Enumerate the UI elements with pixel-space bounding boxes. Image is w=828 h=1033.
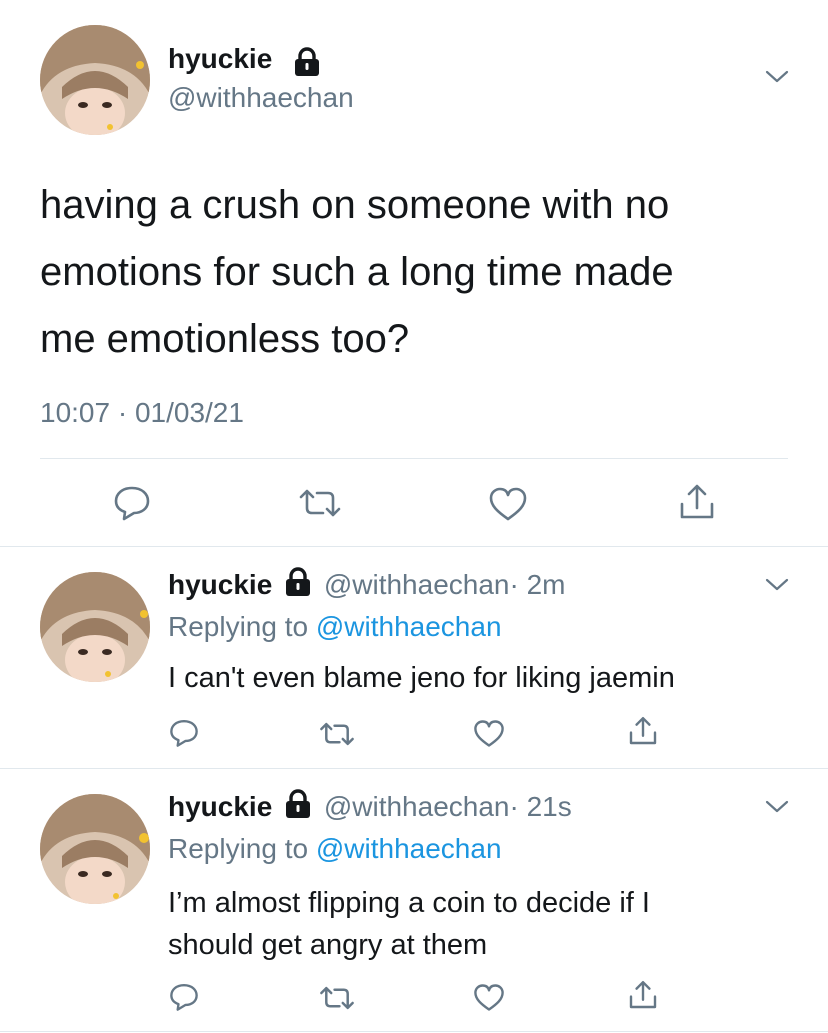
tweet-text-line: having a crush on someone with no xyxy=(40,183,670,227)
chevron-down-icon[interactable] xyxy=(764,798,790,816)
reply-text: I’m almost flipping a coin to decide if … xyxy=(168,882,650,966)
time[interactable]: · 2m xyxy=(510,569,566,600)
tweet-text-line: me emotionless too? xyxy=(40,317,410,361)
handle[interactable]: @withhaechan xyxy=(324,569,510,600)
handle[interactable]: @withhaechan xyxy=(324,791,510,822)
reply-icon[interactable] xyxy=(168,982,200,1012)
reply-text-line: I’m almost flipping a coin to decide if … xyxy=(168,887,650,919)
divider xyxy=(0,1031,828,1032)
reply-header: hyuckie @withhaechan· 2m xyxy=(168,567,566,603)
chevron-down-icon[interactable] xyxy=(764,68,790,86)
tweet-text: having a crush on someone with no emotio… xyxy=(40,172,674,373)
avatar[interactable] xyxy=(40,794,150,904)
avatar[interactable] xyxy=(40,572,150,682)
avatar[interactable] xyxy=(40,25,150,135)
time[interactable]: · 21s xyxy=(510,791,572,822)
share-icon[interactable] xyxy=(677,482,717,522)
lock-icon xyxy=(291,47,323,77)
retweet-icon[interactable] xyxy=(297,486,343,520)
timestamp[interactable]: 10:07 · 01/03/21 xyxy=(40,396,244,430)
share-icon[interactable] xyxy=(627,715,659,747)
retweet-icon[interactable] xyxy=(318,720,356,748)
reply-text-line: should get angry at them xyxy=(168,929,488,961)
replying-to-link[interactable]: @withhaechan xyxy=(316,611,502,642)
reply-header: hyuckie @withhaechan· 21s xyxy=(168,789,572,825)
display-name[interactable]: hyuckie xyxy=(168,569,272,600)
chevron-down-icon[interactable] xyxy=(764,576,790,594)
divider xyxy=(0,546,828,547)
divider xyxy=(0,768,828,769)
like-icon[interactable] xyxy=(473,719,505,748)
reply-icon[interactable] xyxy=(112,484,152,522)
divider xyxy=(40,458,788,459)
handle[interactable]: @withhaechan xyxy=(168,81,354,115)
retweet-icon[interactable] xyxy=(318,984,356,1012)
replying-to-label: Replying to xyxy=(168,833,309,864)
like-icon[interactable] xyxy=(473,983,505,1012)
replying-to-label: Replying to xyxy=(168,611,309,642)
replying-to-link[interactable]: @withhaechan xyxy=(316,833,502,864)
lock-icon xyxy=(282,567,314,597)
reply-text: I can't even blame jeno for liking jaemi… xyxy=(168,662,675,694)
share-icon[interactable] xyxy=(627,979,659,1011)
display-name[interactable]: hyuckie xyxy=(168,791,272,822)
replying-to: Replying to @withhaechan xyxy=(168,609,502,645)
tweet-text-line: emotions for such a long time made xyxy=(40,250,674,294)
reply-icon[interactable] xyxy=(168,718,200,748)
replying-to: Replying to @withhaechan xyxy=(168,831,502,867)
like-icon[interactable] xyxy=(488,486,528,522)
lock-icon xyxy=(282,789,314,819)
display-name[interactable]: hyuckie xyxy=(168,42,272,76)
